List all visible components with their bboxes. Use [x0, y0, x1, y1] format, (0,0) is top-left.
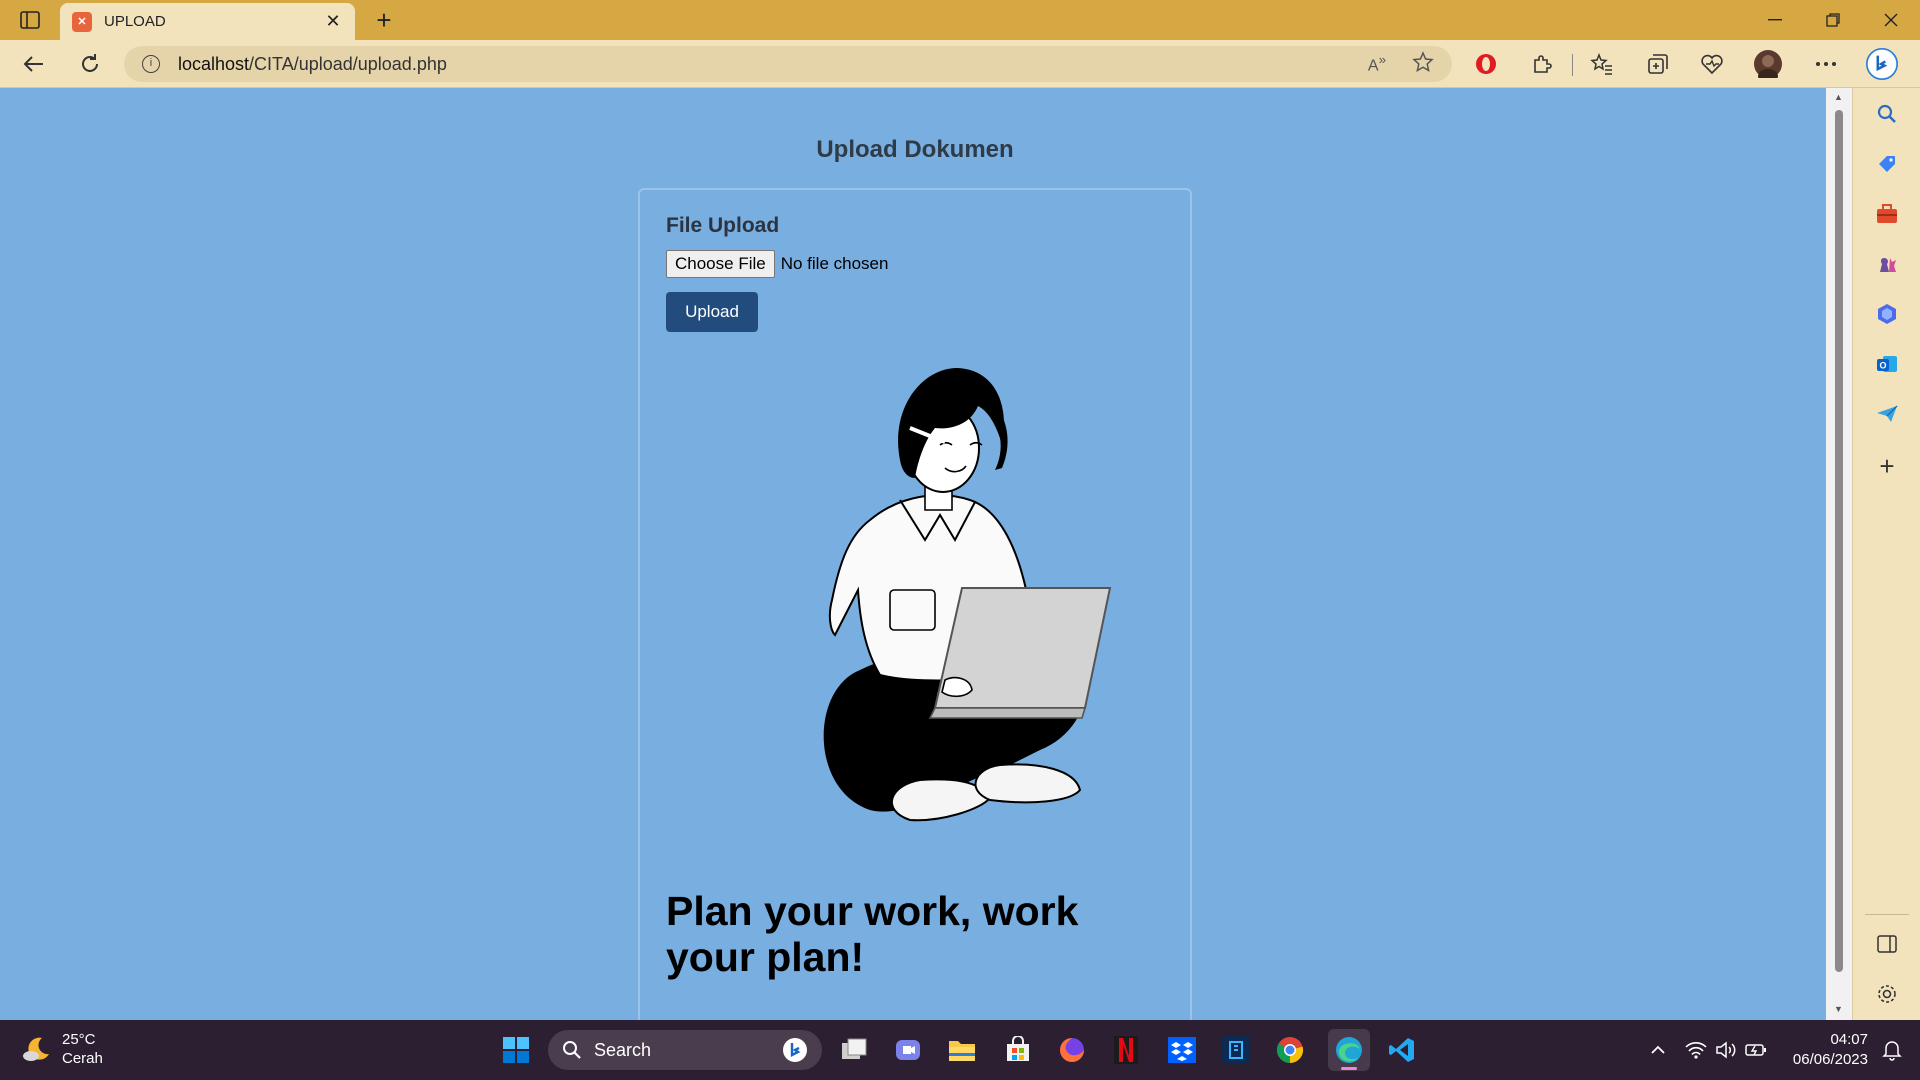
url-host: localhost	[178, 53, 250, 74]
url-text: localhost/CITA/upload/upload.php	[178, 54, 1368, 75]
sidebar-search-icon[interactable]	[1871, 98, 1903, 130]
new-tab-button[interactable]: +	[370, 6, 398, 34]
firefox-icon[interactable]	[1054, 1032, 1090, 1068]
xampp-favicon-icon: ✕	[72, 11, 92, 32]
browser-titlebar: ✕ UPLOAD ✕ +	[0, 0, 1920, 40]
sidebar-settings-gear-icon[interactable]	[1871, 978, 1903, 1010]
clock-date: 06/06/2023	[1792, 1051, 1868, 1068]
taskbar-search-icon	[563, 1041, 581, 1059]
sidebar-outlook-icon[interactable]: O	[1871, 348, 1903, 380]
upload-card: File Upload Choose File No file chosen U…	[638, 188, 1192, 1028]
weather-temperature: 25°C	[62, 1031, 96, 1048]
sidebar-tools-icon[interactable]	[1871, 198, 1903, 230]
weather-widget[interactable]: 25°C Cerah	[22, 1030, 103, 1068]
minimize-icon[interactable]	[1752, 4, 1798, 36]
scroll-down-arrow-icon[interactable]: ▼	[1834, 1004, 1843, 1014]
bing-copilot-icon[interactable]	[1866, 48, 1898, 80]
sidebar-shopping-icon[interactable]	[1871, 148, 1903, 180]
vscode-icon[interactable]	[1384, 1032, 1420, 1068]
choose-file-button[interactable]: Choose File	[666, 250, 775, 278]
browser-essentials-icon[interactable]	[1696, 48, 1728, 80]
settings-more-icon[interactable]	[1810, 48, 1842, 80]
collections-icon[interactable]	[1642, 48, 1674, 80]
windows-start-icon[interactable]	[498, 1032, 534, 1068]
taskbar-search-label: Search	[594, 1039, 652, 1060]
notifications-icon[interactable]	[1874, 1032, 1910, 1068]
edge-icon[interactable]	[1328, 1029, 1370, 1071]
show-hidden-icons-chevron-icon[interactable]	[1640, 1032, 1676, 1068]
read-aloud-icon[interactable]: A»	[1368, 52, 1386, 75]
scrollbar-thumb[interactable]	[1835, 110, 1843, 972]
tab-close-icon[interactable]: ✕	[323, 11, 343, 32]
tab-title: UPLOAD	[104, 13, 166, 30]
opera-extension-icon[interactable]	[1470, 48, 1502, 80]
close-window-icon[interactable]	[1868, 4, 1914, 36]
edge-active-indicator	[1341, 1067, 1357, 1070]
url-path: /CITA/upload/upload.php	[249, 53, 447, 74]
page-title: Upload Dokumen	[816, 136, 1014, 163]
file-upload-label: File Upload	[666, 214, 780, 237]
profile-avatar[interactable]	[1752, 48, 1784, 80]
sidebar-send-icon[interactable]	[1871, 398, 1903, 430]
battery-icon[interactable]	[1738, 1032, 1774, 1068]
page-content: Upload Dokumen File Upload Choose File N…	[0, 88, 1826, 1028]
back-icon[interactable]	[18, 48, 50, 80]
site-info-icon[interactable]: i	[142, 55, 160, 73]
svg-text:O: O	[1879, 361, 1886, 371]
sidebar-games-icon[interactable]	[1871, 248, 1903, 280]
file-input[interactable]: Choose File No file chosen	[666, 250, 888, 278]
favorites-icon[interactable]	[1586, 48, 1618, 80]
sidebar-add-icon[interactable]: +	[1871, 450, 1903, 482]
edge-sidebar: O +	[1852, 88, 1920, 1020]
no-file-text: No file chosen	[780, 254, 889, 273]
tagline-heading: Plan your work, work your plan!	[666, 888, 1079, 980]
sidebar-copilot-icon[interactable]	[1871, 298, 1903, 330]
dropbox-icon[interactable]	[1164, 1032, 1200, 1068]
person-with-laptop-illustration	[823, 368, 1112, 822]
bing-search-icon	[783, 1038, 807, 1062]
toolbar-divider	[1572, 54, 1573, 76]
address-bar[interactable]: i localhost/CITA/upload/upload.php A»	[124, 46, 1452, 82]
remote-desktop-icon[interactable]	[1218, 1032, 1254, 1068]
extensions-icon[interactable]	[1526, 48, 1558, 80]
sidebar-hide-icon[interactable]	[1871, 928, 1903, 960]
teams-chat-icon[interactable]	[890, 1032, 926, 1068]
page-scrollbar[interactable]: ▲ ▼	[1826, 88, 1852, 1020]
netflix-icon[interactable]	[1108, 1032, 1144, 1068]
windows-taskbar: 25°C Cerah Search 04:07 06/06/2023	[0, 1020, 1920, 1080]
scroll-up-arrow-icon[interactable]: ▲	[1834, 92, 1843, 102]
tab-actions-icon[interactable]	[16, 8, 44, 32]
browser-toolbar: i localhost/CITA/upload/upload.php A»	[0, 40, 1920, 88]
chrome-icon[interactable]	[1272, 1032, 1308, 1068]
restore-icon[interactable]	[1810, 4, 1856, 36]
weather-moon-icon	[23, 1037, 49, 1061]
microsoft-store-icon[interactable]	[1000, 1032, 1036, 1068]
upload-button[interactable]: Upload	[666, 292, 758, 332]
favorite-star-icon[interactable]	[1412, 50, 1434, 78]
weather-description: Cerah	[62, 1050, 103, 1067]
file-explorer-icon[interactable]	[944, 1032, 980, 1068]
task-view-icon[interactable]	[836, 1032, 872, 1068]
taskbar-clock[interactable]: 04:07 06/06/2023	[1778, 1030, 1868, 1070]
taskbar-search-box[interactable]: Search	[548, 1030, 822, 1070]
browser-tab[interactable]: ✕ UPLOAD ✕	[60, 3, 355, 40]
refresh-icon[interactable]	[74, 48, 106, 80]
clock-time: 04:07	[1830, 1031, 1868, 1048]
sidebar-divider	[1865, 914, 1909, 915]
